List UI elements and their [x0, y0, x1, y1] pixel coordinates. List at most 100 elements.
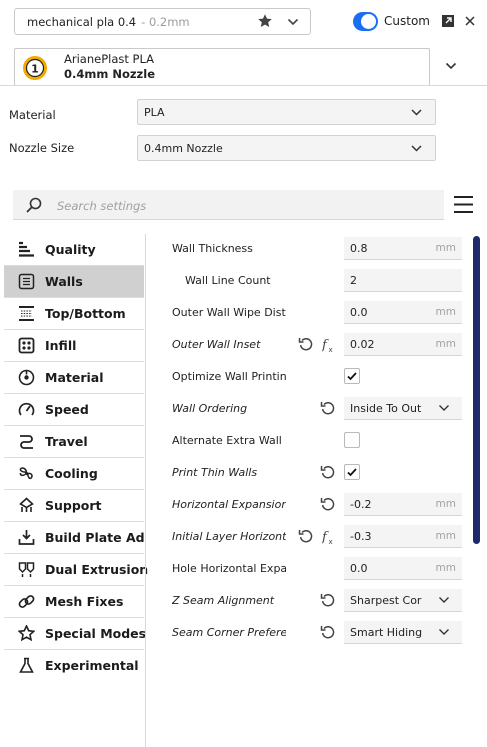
- category-material[interactable]: Material: [4, 362, 144, 394]
- top-bottom-icon: [19, 306, 34, 321]
- svg-text:x: x: [329, 346, 333, 353]
- category-list: Quality Walls Top/Bottom Infill Material…: [4, 234, 148, 682]
- custom-toggle[interactable]: [353, 12, 378, 31]
- outer-wall-wipe-distance-input[interactable]: 0.0 mm: [344, 301, 462, 324]
- nozzle-size-dropdown[interactable]: 0.4mm Nozzle: [137, 135, 436, 161]
- chevron-down-icon: [411, 145, 422, 152]
- checkmark-icon: [347, 372, 357, 381]
- setting-row: Outer Wall Wipe Dista 0.0 mm: [146, 297, 476, 329]
- category-mesh-fixes[interactable]: Mesh Fixes: [4, 586, 144, 618]
- setting-row: Z Seam Alignment Sharpest Corner: [146, 585, 476, 617]
- setting-row: Hole Horizontal Expar 0.0 mm: [146, 553, 476, 585]
- svg-text:x: x: [329, 538, 333, 545]
- setting-label: Outer Wall Inset: [172, 338, 261, 351]
- category-support[interactable]: Support: [4, 490, 144, 522]
- custom-label: Custom: [384, 14, 430, 28]
- outer-wall-inset-input[interactable]: 0.02 mm: [344, 333, 462, 356]
- category-quality[interactable]: Quality: [4, 234, 144, 266]
- reset-icon[interactable]: [320, 400, 336, 416]
- material-icon: [18, 369, 35, 386]
- chevron-down-icon: [439, 597, 449, 603]
- horizontal-expansion-input[interactable]: -0.2 mm: [344, 493, 462, 516]
- material-dropdown[interactable]: PLA: [137, 99, 436, 125]
- star-icon[interactable]: [257, 13, 273, 29]
- material-label: Material: [9, 108, 56, 122]
- optimize-wall-printing-checkbox[interactable]: [344, 368, 360, 384]
- function-icon[interactable]: fx: [322, 529, 336, 545]
- wall-ordering-dropdown[interactable]: Inside To Out: [344, 397, 462, 420]
- setting-label: Hole Horizontal Expar: [172, 562, 286, 575]
- setting-label: Wall Line Count: [185, 274, 271, 287]
- menu-icon[interactable]: [453, 194, 474, 215]
- checkmark-icon: [347, 468, 357, 477]
- setting-row: Wall Line Count 2: [146, 265, 476, 297]
- experimental-icon: [19, 657, 34, 673]
- setting-label: Print Thin Walls: [172, 466, 258, 479]
- walls-icon: [18, 273, 35, 290]
- category-speed[interactable]: Speed: [4, 394, 144, 426]
- print-thin-walls-checkbox[interactable]: [344, 464, 360, 480]
- category-cooling[interactable]: Cooling: [4, 458, 144, 490]
- setting-label: Seam Corner Preference: [172, 626, 286, 639]
- setting-row: Print Thin Walls: [146, 457, 476, 489]
- support-icon: [19, 497, 34, 512]
- chevron-down-icon[interactable]: [444, 59, 458, 73]
- setting-row: Initial Layer Horizontal fx -0.3 mm: [146, 521, 476, 553]
- profile-name: mechanical pla 0.4: [27, 14, 137, 29]
- scrollbar[interactable]: [473, 236, 480, 544]
- profile-layer-height: - 0.2mm: [141, 14, 190, 29]
- z-seam-alignment-dropdown[interactable]: Sharpest Corner: [344, 589, 462, 612]
- wall-thickness-input[interactable]: 0.8 mm: [344, 237, 462, 260]
- dual-extrusion-icon: [18, 562, 35, 577]
- category-dual-extrusion[interactable]: Dual Extrusion: [4, 554, 148, 586]
- category-walls[interactable]: Walls: [4, 266, 144, 298]
- seam-corner-preference-dropdown[interactable]: Smart Hiding: [344, 621, 462, 644]
- reset-icon[interactable]: [298, 528, 314, 544]
- category-experimental[interactable]: Experimental: [4, 650, 144, 682]
- category-infill[interactable]: Infill: [4, 330, 144, 362]
- setting-label: Optimize Wall Printing: [172, 370, 286, 383]
- search-input[interactable]: [57, 196, 417, 216]
- nozzle-size-value: 0.4mm Nozzle: [144, 141, 223, 155]
- chevron-down-icon[interactable]: [286, 15, 300, 29]
- reset-icon[interactable]: [320, 464, 336, 480]
- close-icon[interactable]: [463, 14, 477, 28]
- alternate-extra-wall-checkbox[interactable]: [344, 432, 360, 448]
- svg-text:1: 1: [31, 63, 39, 76]
- setting-label: Wall Thickness: [172, 242, 253, 255]
- profile-selector[interactable]: mechanical pla 0.4 - 0.2mm: [14, 8, 311, 35]
- wall-line-count-input[interactable]: 2: [344, 269, 462, 292]
- setting-label: Initial Layer Horizontal: [172, 530, 286, 543]
- setting-label: Wall Ordering: [172, 402, 248, 415]
- extruder-badge: 1: [23, 56, 47, 80]
- setting-label: Horizontal Expansion: [172, 498, 286, 511]
- reset-icon[interactable]: [298, 336, 314, 352]
- setting-label: Z Seam Alignment: [172, 594, 275, 607]
- chevron-down-icon: [439, 629, 449, 635]
- reset-icon[interactable]: [320, 624, 336, 640]
- chevron-down-icon: [411, 109, 422, 116]
- extruder-nozzle-name: 0.4mm Nozzle: [64, 67, 155, 81]
- popout-icon[interactable]: [441, 14, 455, 28]
- speed-icon: [18, 402, 35, 416]
- category-special-modes[interactable]: Special Modes: [4, 618, 146, 650]
- setting-row: Seam Corner Preference Smart Hiding: [146, 617, 476, 649]
- build-plate-icon: [18, 530, 35, 545]
- cooling-icon: [19, 467, 33, 480]
- category-travel[interactable]: Travel: [4, 426, 144, 458]
- search-icon: [26, 197, 42, 213]
- function-icon[interactable]: fx: [322, 337, 336, 353]
- hole-horizontal-expansion-input[interactable]: 0.0 mm: [344, 557, 462, 580]
- category-top-bottom[interactable]: Top/Bottom: [4, 298, 144, 330]
- material-value: PLA: [144, 105, 165, 119]
- reset-icon[interactable]: [320, 496, 336, 512]
- chevron-down-icon: [439, 405, 449, 411]
- category-build-plate-adhesion[interactable]: Build Plate Adh: [4, 522, 144, 554]
- initial-layer-horizontal-expansion-input[interactable]: -0.3 mm: [344, 525, 462, 548]
- extruder-material-name: ArianePlast PLA: [64, 52, 155, 66]
- extruder-selector[interactable]: 1 ArianePlast PLA 0.4mm Nozzle: [14, 48, 430, 85]
- travel-icon: [20, 435, 33, 449]
- setting-row: Outer Wall Inset fx 0.02 mm: [146, 329, 476, 361]
- reset-icon[interactable]: [320, 592, 336, 608]
- divider: [0, 85, 487, 86]
